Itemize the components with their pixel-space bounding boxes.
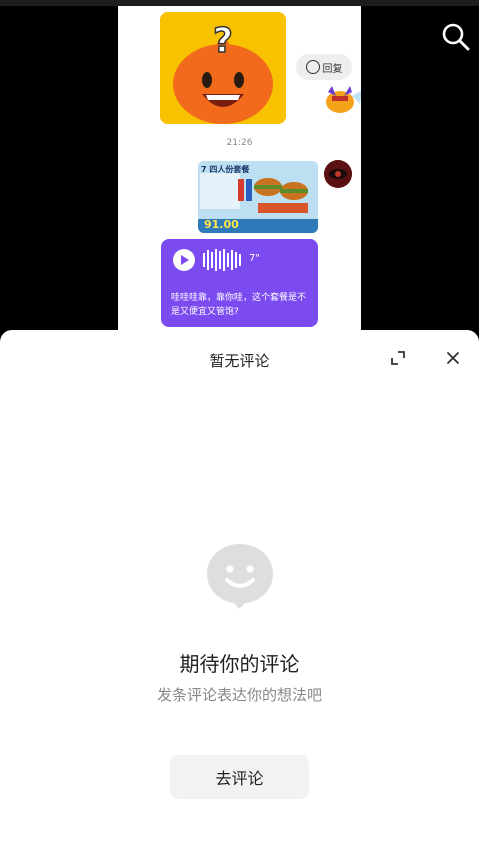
search-icon[interactable]	[441, 22, 471, 52]
empty-state-subtitle: 发条评论表达你的想法吧	[156, 686, 322, 704]
waveform-icon	[203, 249, 243, 271]
mascot-sticker	[322, 82, 361, 114]
play-icon[interactable]	[173, 249, 195, 271]
set-meal-title: 7 四人份套餐	[201, 165, 250, 174]
voice-transcript: 哇哇哇靠，靠你哇，这个套餐是不是又便宜又管饱?	[171, 293, 307, 317]
sheet-title: 暂无评论	[209, 352, 270, 370]
voice-message-card[interactable]: 7" 哇哇哇靠，靠你哇，这个套餐是不是又便宜又管饱?	[161, 239, 318, 327]
comment-sheet: 暂无评论 期待你的评论 发条评论表达你的想法吧 去评论	[0, 330, 479, 860]
chat-screenshot: ? 回复 21:26 7 四人份套餐 91.00 7" 哇哇哇靠，靠你哇，这个套…	[118, 6, 361, 332]
reply-chip[interactable]: 回复	[296, 54, 352, 80]
reply-chip-label: 回复	[322, 63, 343, 75]
set-meal-price: 91.00	[204, 218, 239, 231]
message-timestamp: 21:26	[226, 138, 253, 148]
smile-icon	[305, 60, 320, 74]
video-area[interactable]: ? 回复 21:26 7 四人份套餐 91.00 7" 哇哇哇靠，靠你哇，这个套…	[0, 0, 479, 332]
close-icon[interactable]	[445, 350, 461, 366]
sticker-image: ?	[160, 12, 286, 124]
expand-icon[interactable]	[390, 350, 406, 366]
svg-text:?: ?	[213, 21, 233, 61]
empty-state-title: 期待你的评论	[179, 652, 300, 676]
avatar[interactable]	[324, 160, 352, 188]
set-meal-image[interactable]: 7 四人份套餐 91.00	[198, 161, 318, 233]
go-comment-button[interactable]: 去评论	[170, 755, 309, 799]
voice-duration: 7"	[249, 253, 260, 264]
empty-comment-icon	[205, 542, 275, 610]
